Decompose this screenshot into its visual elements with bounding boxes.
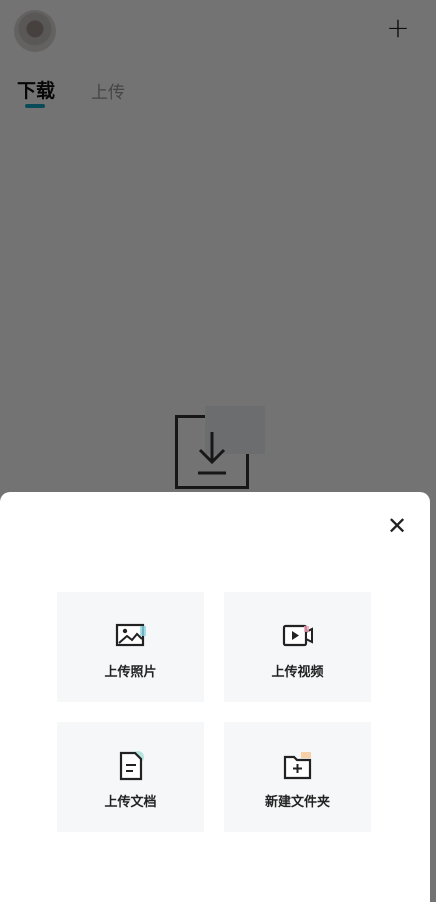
video-icon [281, 620, 315, 652]
image-icon [114, 620, 148, 652]
upload-document-button[interactable]: 上传文档 [57, 722, 204, 832]
upload-document-label: 上传文档 [104, 795, 157, 810]
upload-photo-label: 上传照片 [104, 665, 157, 680]
upload-video-button[interactable]: 上传视频 [224, 592, 371, 702]
upload-video-label: 上传视频 [271, 665, 324, 680]
upload-action-sheet: ✕ 上传照片 上传视频 上传文档 新建文件夹 [0, 492, 430, 902]
close-icon[interactable]: ✕ [386, 514, 408, 538]
new-folder-label: 新建文件夹 [264, 795, 330, 810]
new-folder-icon [281, 750, 315, 782]
document-icon [114, 750, 148, 782]
new-folder-button[interactable]: 新建文件夹 [224, 722, 371, 832]
upload-photo-button[interactable]: 上传照片 [57, 592, 204, 702]
